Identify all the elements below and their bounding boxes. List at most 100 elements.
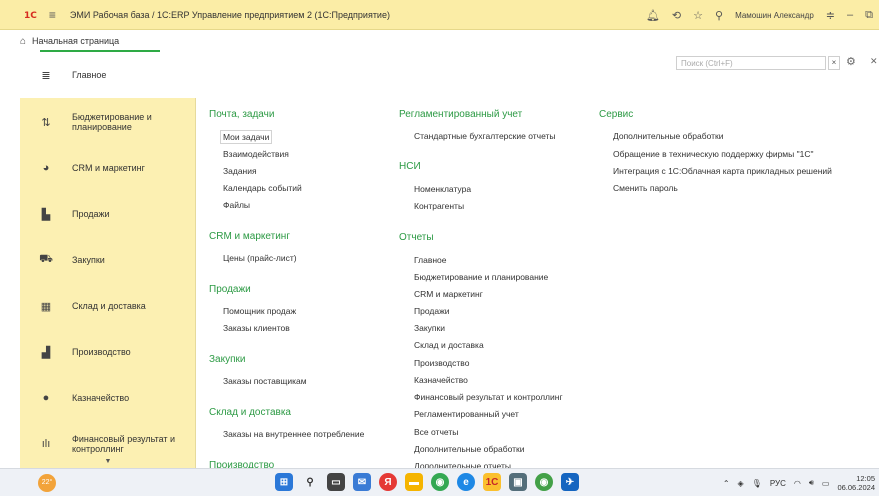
link-additional-processing[interactable]: Дополнительные обработки — [414, 444, 524, 454]
tab-row: ⌂ Начальная страница — [0, 30, 879, 52]
link-supplier-orders[interactable]: Заказы поставщикам — [223, 376, 307, 386]
main-content: Поиск (Ctrl+F) × ⚙ ✕ Почта, задачи Мои з… — [196, 52, 879, 468]
sidebar-item-budgeting[interactable]: ⇅ Бюджетирование и планирование — [20, 102, 196, 142]
volume-icon[interactable]: 🔊︎ — [809, 478, 814, 488]
link-tech-support[interactable]: Обращение в техническую поддержку фирмы … — [613, 149, 814, 159]
logo-text: 1C — [24, 11, 37, 21]
sidebar-item-main[interactable]: ≣ Главное — [20, 52, 196, 98]
chrome-alt-icon[interactable]: ◉ — [535, 473, 553, 491]
link-internal-consumption-orders[interactable]: Заказы на внутреннее потребление — [223, 429, 364, 439]
link-report-crm[interactable]: CRM и маркетинг — [414, 289, 483, 299]
task-view-icon[interactable]: ▭ — [327, 473, 345, 491]
section-title: Производство — [209, 460, 275, 468]
sidebar-item-label: Главное — [72, 69, 107, 80]
link-cloud-integration[interactable]: Интеграция с 1С:Облачная карта прикладны… — [613, 166, 832, 176]
link-report-financial-result[interactable]: Финансовый результат и контроллинг — [414, 392, 563, 402]
clock-time: 12:05 — [856, 474, 875, 483]
edge-icon[interactable]: e — [457, 473, 475, 491]
cart-icon: ⛟ — [39, 253, 53, 265]
battery-icon[interactable]: ▭ — [822, 479, 830, 488]
sidebar-item-label: Казначейство — [72, 392, 130, 403]
link-report-purchases[interactable]: Закупки — [414, 323, 445, 333]
tab-home[interactable]: ⌂ Начальная страница — [20, 32, 200, 52]
chevron-up-icon[interactable]: ⌃ — [723, 479, 730, 488]
link-my-tasks[interactable]: Мои задачи — [220, 130, 273, 144]
link-sales-assistant[interactable]: Помощник продаж — [223, 306, 296, 316]
bag-icon: ▙ — [41, 208, 51, 221]
home-tab-label: Начальная страница — [32, 36, 120, 46]
link-price-list[interactable]: Цены (прайс-лист) — [223, 253, 297, 263]
bar-chart-icon: ılı — [41, 438, 51, 450]
app-icon[interactable]: ▣ — [509, 473, 527, 491]
section-title: Отчеты — [399, 232, 434, 243]
link-counterparties[interactable]: Контрагенты — [414, 201, 464, 211]
section-title: Почта, задачи — [209, 109, 275, 120]
link-event-calendar[interactable]: Календарь событий — [223, 183, 302, 193]
link-report-treasury[interactable]: Казначейство — [414, 375, 468, 385]
1c-taskbar-icon[interactable]: 1C — [483, 473, 501, 491]
user-name[interactable]: Мамошин Александр — [735, 11, 814, 20]
1c-logo[interactable]: 1C — [24, 8, 37, 21]
section-title: Продажи — [209, 284, 251, 295]
link-nomenclature[interactable]: Номенклатура — [414, 184, 471, 194]
search-icon[interactable]: ⚲ — [715, 9, 723, 22]
microphone-icon[interactable]: 🎙︎ — [752, 479, 762, 488]
main-menu-icon[interactable]: ≡ — [49, 8, 56, 22]
link-interactions[interactable]: Взаимодействия — [223, 149, 289, 159]
favorites-star-icon[interactable]: ☆ — [693, 9, 703, 22]
windows-start-icon[interactable]: ⊞ — [275, 473, 293, 491]
windows-taskbar: 22° ⊞ ⚲ ▭ ✉ Я ▬ ◉ e 1C ▣ ◉ ✈ ⌃ ◈ 🎙︎ РУС … — [0, 468, 879, 496]
weather-widget[interactable]: 22° — [38, 474, 56, 492]
close-icon[interactable]: ✕ — [870, 56, 878, 67]
restore-icon[interactable]: ⧉ — [865, 9, 873, 22]
link-report-warehouse[interactable]: Склад и доставка — [414, 340, 484, 350]
sidebar-item-purchases[interactable]: ⛟ Закупки — [20, 240, 196, 280]
link-change-password[interactable]: Сменить пароль — [613, 183, 678, 193]
link-report-main[interactable]: Главное — [414, 255, 446, 265]
link-report-sales[interactable]: Продажи — [414, 306, 450, 316]
sections-sidebar: ≣ Главное ⇅ Бюджетирование и планировани… — [20, 52, 196, 468]
taskbar-apps: ⊞ ⚲ ▭ ✉ Я ▬ ◉ e 1C ▣ ◉ ✈ — [275, 473, 579, 491]
link-all-reports[interactable]: Все отчеты — [414, 427, 458, 437]
clock[interactable]: 12:05 06.06.2024 — [837, 474, 875, 492]
section-title: НСИ — [399, 161, 421, 172]
sidebar-item-label: Продажи — [72, 208, 110, 219]
home-icon: ⌂ — [20, 35, 27, 47]
wifi-icon[interactable]: ◠ — [794, 479, 801, 488]
search-icon[interactable]: ⚲ — [301, 473, 319, 491]
sidebar-item-warehouse[interactable]: ▦ Склад и доставка — [20, 286, 196, 326]
search-input[interactable]: Поиск (Ctrl+F) — [676, 56, 826, 70]
sidebar-item-production[interactable]: ▟ Производство — [20, 332, 196, 372]
messenger-icon[interactable]: ✈ — [561, 473, 579, 491]
section-title: Закупки — [209, 354, 246, 365]
link-customer-orders[interactable]: Заказы клиентов — [223, 323, 290, 333]
file-explorer-icon[interactable]: ▬ — [405, 473, 423, 491]
yandex-browser-icon[interactable]: Я — [379, 473, 397, 491]
language-indicator[interactable]: РУС — [770, 479, 786, 488]
sidebar-item-label: Финансовый результат и контроллинг — [72, 433, 176, 454]
link-report-production[interactable]: Производство — [414, 358, 469, 368]
link-assignments[interactable]: Задания — [223, 166, 257, 176]
link-additional-reports[interactable]: Дополнительные отчеты — [414, 461, 511, 468]
link-report-regulated-accounting[interactable]: Регламентированный учет — [414, 409, 519, 419]
minimize-icon[interactable]: – — [847, 9, 853, 21]
chrome-icon[interactable]: ◉ — [431, 473, 449, 491]
network-app-icon[interactable]: ◈ — [738, 479, 744, 488]
sidebar-item-label: Производство — [72, 346, 131, 357]
section-title: Сервис — [599, 109, 634, 120]
notifications-bell-icon[interactable]: 🔔︎ — [646, 9, 660, 22]
history-icon[interactable]: ⟲ — [672, 9, 681, 22]
link-files[interactable]: Файлы — [223, 200, 250, 210]
sidebar-item-crm[interactable]: ◕ CRM и маркетинг — [20, 148, 196, 188]
sidebar-item-sales[interactable]: ▙ Продажи — [20, 194, 196, 234]
search-clear-button[interactable]: × — [828, 56, 840, 70]
chat-icon[interactable]: ✉ — [353, 473, 371, 491]
gear-icon[interactable]: ⚙ — [846, 55, 856, 68]
settings-menu-icon[interactable]: ≑ — [826, 9, 835, 22]
sidebar-item-treasury[interactable]: ● Казначейство — [20, 378, 196, 418]
link-report-budgeting[interactable]: Бюджетирование и планирование — [414, 272, 548, 282]
link-standard-accounting-reports[interactable]: Стандартные бухгалтерские отчеты — [414, 131, 556, 141]
sidebar-item-label: Закупки — [72, 254, 105, 265]
sidebar-scroll-down-icon[interactable]: ▼ — [20, 458, 196, 468]
link-service-additional-processing[interactable]: Дополнительные обработки — [613, 131, 723, 141]
